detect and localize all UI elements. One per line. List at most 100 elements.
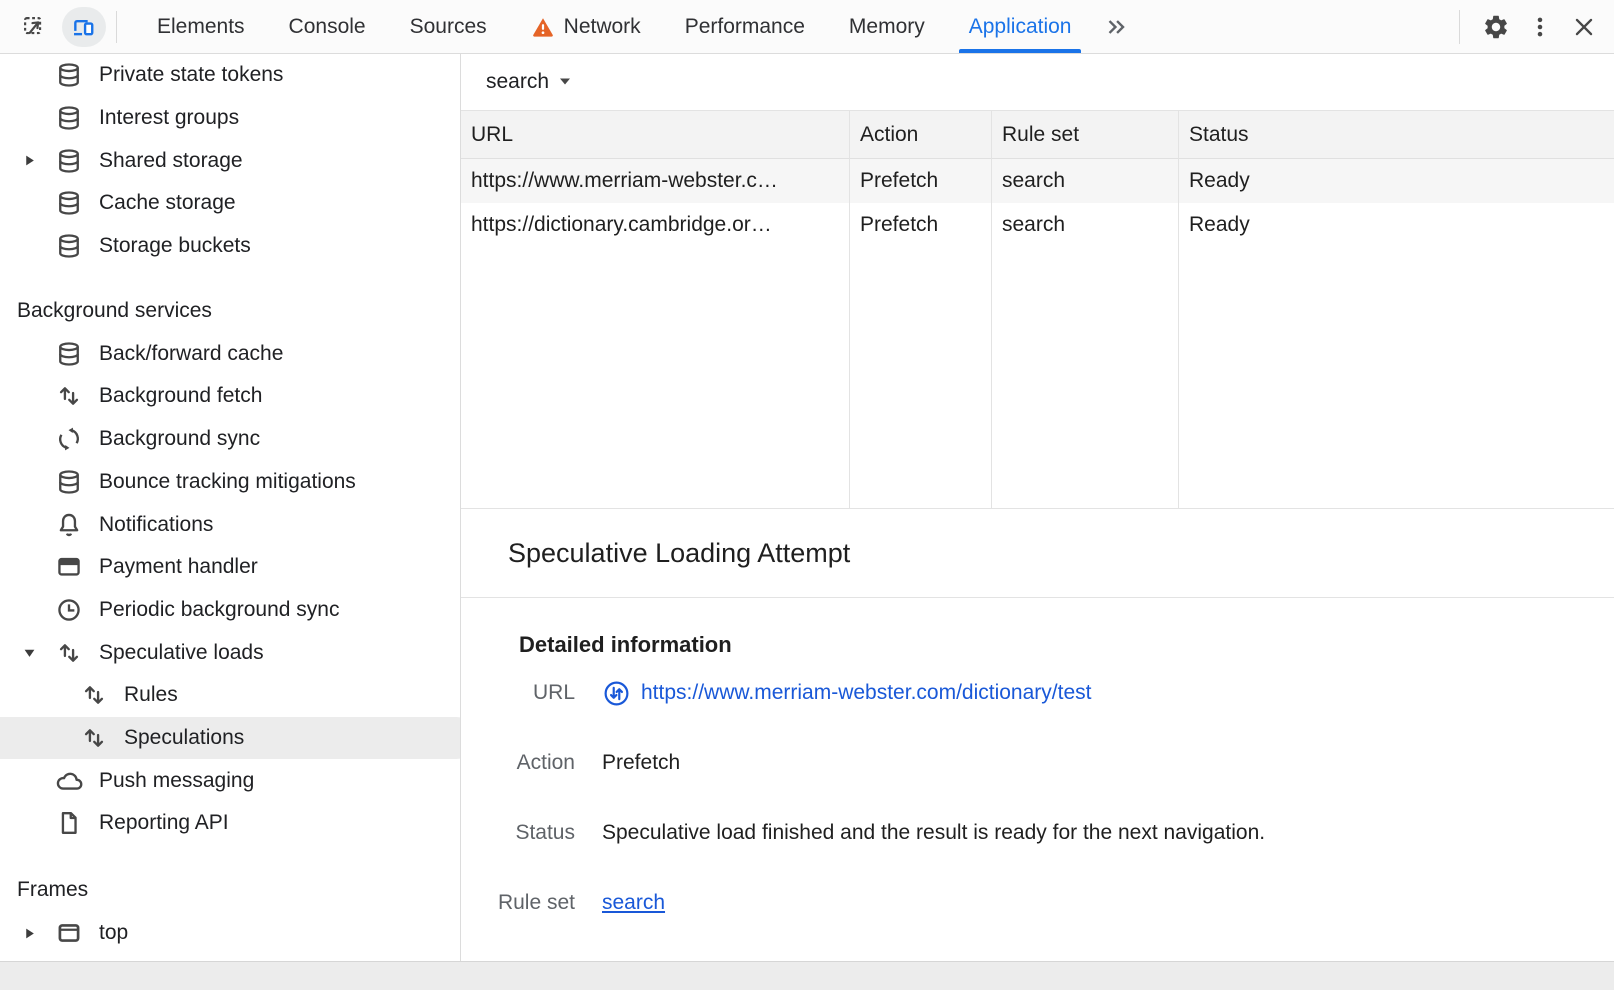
tab-application[interactable]: Application xyxy=(947,0,1094,53)
speculations-datagrid: URL Action Rule set Status https://www.m… xyxy=(461,110,1614,509)
detail-field-status: Status Speculative load finished and the… xyxy=(461,798,1614,868)
sidebar-item-notifications[interactable]: Notifications xyxy=(0,503,460,546)
grid-empty-area xyxy=(850,247,992,508)
customize-devtools-button[interactable] xyxy=(1518,5,1562,49)
speculations-filter-toolbar: search xyxy=(461,54,1614,110)
tab-sources[interactable]: Sources xyxy=(388,0,509,53)
tab-performance[interactable]: Performance xyxy=(663,0,827,53)
sidebar-item-speculative-loads[interactable]: Speculative loads xyxy=(0,631,460,674)
action-field-label: Action xyxy=(461,751,575,775)
detailed-information-report: Detailed information URL https://www.mer… xyxy=(461,632,1614,938)
database-icon xyxy=(55,340,83,368)
table-row-1-status[interactable]: Ready xyxy=(1179,159,1614,203)
grid-empty-area xyxy=(992,247,1179,508)
database-icon xyxy=(55,468,83,496)
window-bottom-strip xyxy=(0,961,1614,990)
sidebar-item-periodic-background-sync[interactable]: Periodic background sync xyxy=(0,589,460,632)
warning-triangle-icon xyxy=(531,15,555,39)
kebab-menu-icon xyxy=(1527,14,1553,40)
database-icon xyxy=(55,61,83,89)
tab-memory[interactable]: Memory xyxy=(827,0,947,53)
grid-empty-area xyxy=(1179,247,1614,508)
table-row-2-status[interactable]: Ready xyxy=(1179,203,1614,247)
inspect-element-button[interactable] xyxy=(14,7,54,47)
table-row-2-url[interactable]: https://dictionary.cambridge.or… xyxy=(461,203,850,247)
devtools-tabbar: Elements Console Sources Network Perform… xyxy=(0,0,1614,54)
speculative-load-circle-icon xyxy=(602,679,631,708)
speculations-panel: search URL Action Rule set Status https:… xyxy=(461,54,1614,962)
table-row-2-action[interactable]: Prefetch xyxy=(850,203,992,247)
swap-arrows-icon xyxy=(55,382,83,410)
column-header-status[interactable]: Status xyxy=(1179,111,1614,159)
application-sidebar: Private state tokens Interest groups Sha… xyxy=(0,54,461,962)
sidebar-item-top-frame[interactable]: top xyxy=(0,912,460,955)
column-header-rule-set[interactable]: Rule set xyxy=(992,111,1179,159)
url-field-label: URL xyxy=(461,681,575,705)
document-icon xyxy=(55,809,83,837)
status-field-value: Speculative load finished and the result… xyxy=(602,821,1614,845)
payment-card-icon xyxy=(55,553,83,581)
sync-icon xyxy=(55,425,83,453)
database-icon xyxy=(55,232,83,260)
frame-icon xyxy=(55,919,83,947)
sidebar-item-private-state-tokens[interactable]: Private state tokens xyxy=(0,54,460,97)
status-field-label: Status xyxy=(461,821,575,845)
swap-arrows-icon xyxy=(55,639,83,667)
inspect-element-icon xyxy=(21,14,47,40)
swap-arrows-icon xyxy=(80,724,108,752)
more-tabs-button[interactable] xyxy=(1093,0,1139,53)
sidebar-item-rules[interactable]: Rules xyxy=(0,674,460,717)
table-row-1-rule-set[interactable]: search xyxy=(992,159,1179,203)
tab-elements[interactable]: Elements xyxy=(135,0,267,53)
tab-network[interactable]: Network xyxy=(509,0,663,53)
sidebar-item-push-messaging[interactable]: Push messaging xyxy=(0,759,460,802)
rule-set-field-label: Rule set xyxy=(461,891,575,915)
sidebar-section-background-services: Background services xyxy=(0,289,460,332)
sidebar-item-bounce-tracking-mitigations[interactable]: Bounce tracking mitigations xyxy=(0,461,460,504)
sidebar-item-background-sync[interactable]: Background sync xyxy=(0,418,460,461)
sidebar-item-storage-buckets[interactable]: Storage buckets xyxy=(0,225,460,268)
detail-field-action: Action Prefetch xyxy=(461,728,1614,798)
database-icon xyxy=(55,104,83,132)
sidebar-item-reporting-api[interactable]: Reporting API xyxy=(0,802,460,845)
chevron-down-icon xyxy=(558,75,572,89)
settings-button[interactable] xyxy=(1474,5,1518,49)
sidebar-item-cache-storage[interactable]: Cache storage xyxy=(0,182,460,225)
tab-console[interactable]: Console xyxy=(267,0,388,53)
sidebar-item-back-forward-cache[interactable]: Back/forward cache xyxy=(0,332,460,375)
sidebar-item-speculations[interactable]: Speculations xyxy=(0,717,461,760)
speculated-url-link[interactable]: https://www.merriam-webster.com/dictiona… xyxy=(641,681,1091,705)
sidebar-item-background-fetch[interactable]: Background fetch xyxy=(0,375,460,418)
table-row-1-action[interactable]: Prefetch xyxy=(850,159,992,203)
swap-arrows-icon xyxy=(80,681,108,709)
action-field-value: Prefetch xyxy=(602,751,1614,775)
sidebar-item-interest-groups[interactable]: Interest groups xyxy=(0,97,460,140)
sidebar-item-payment-handler[interactable]: Payment handler xyxy=(0,546,460,589)
database-icon xyxy=(55,147,83,175)
device-toolbar-icon xyxy=(71,14,97,40)
double-chevron-icon xyxy=(1103,14,1129,40)
table-row-2-rule-set[interactable]: search xyxy=(992,203,1179,247)
column-header-action[interactable]: Action xyxy=(850,111,992,159)
toolbar-right-controls xyxy=(1459,0,1614,53)
column-header-url[interactable]: URL xyxy=(461,111,850,159)
grid-empty-area xyxy=(461,247,850,508)
devtools-window: Elements Console Sources Network Perform… xyxy=(0,0,1614,990)
rule-set-link[interactable]: search xyxy=(602,891,665,915)
expand-collapsed-icon[interactable] xyxy=(20,154,38,167)
bell-icon xyxy=(55,511,83,539)
table-row-1-url[interactable]: https://www.merriam-webster.c… xyxy=(461,159,850,203)
toggle-device-toolbar-button[interactable] xyxy=(62,7,106,47)
detail-field-rule-set: Rule set search xyxy=(461,868,1614,938)
sidebar-item-shared-storage[interactable]: Shared storage xyxy=(0,139,460,182)
close-icon xyxy=(1571,14,1597,40)
database-icon xyxy=(55,189,83,217)
toolbar-divider xyxy=(116,11,117,43)
panel-tabs: Elements Console Sources Network Perform… xyxy=(135,0,1139,53)
rule-set-filter-dropdown[interactable]: search xyxy=(486,70,572,94)
expand-collapsed-icon[interactable] xyxy=(20,927,38,940)
expand-expanded-icon[interactable] xyxy=(20,646,38,659)
detail-section-title: Speculative Loading Attempt xyxy=(461,509,1614,598)
close-devtools-button[interactable] xyxy=(1562,5,1606,49)
clock-icon xyxy=(55,596,83,624)
